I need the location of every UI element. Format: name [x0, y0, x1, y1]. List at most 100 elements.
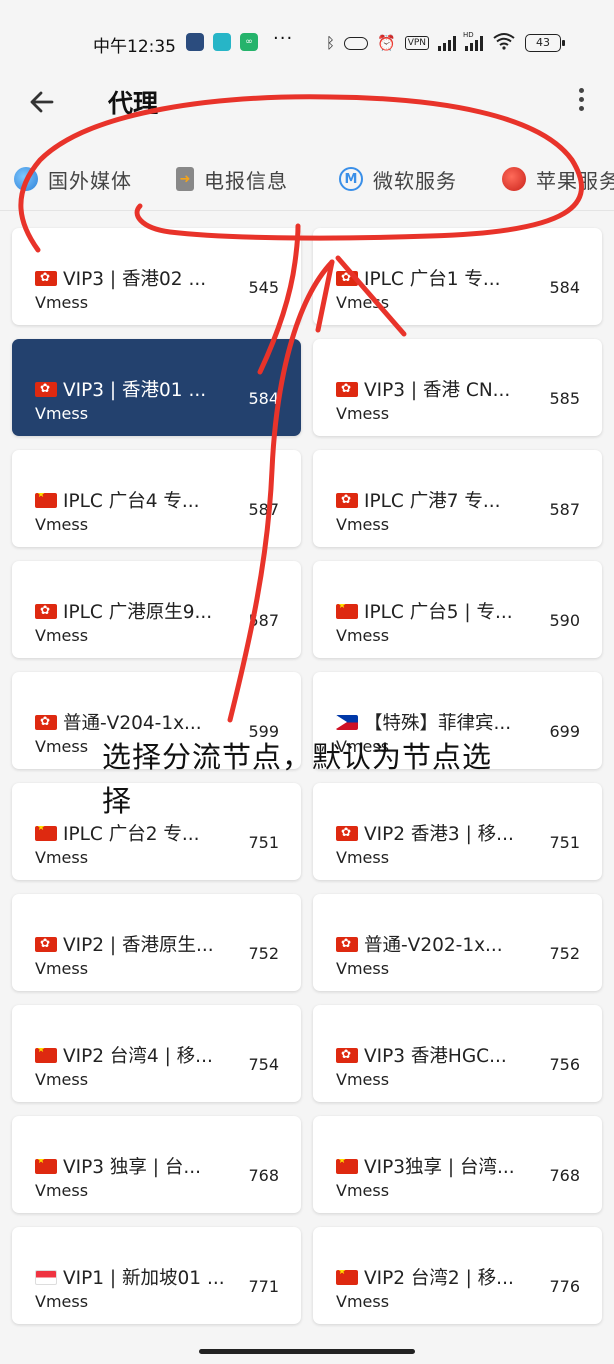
- status-time: 中午12:35: [93, 37, 176, 57]
- proxy-card[interactable]: VIP2 台湾4 | 移... Vmess 754: [12, 1005, 301, 1102]
- proxy-card[interactable]: VIP3 | 香港01 ... Vmess 584: [12, 339, 301, 436]
- proxy-type: Vmess: [35, 1292, 89, 1311]
- flag-hk-icon: [336, 382, 358, 397]
- proxy-type: Vmess: [35, 515, 89, 534]
- proxy-type: Vmess: [336, 1070, 390, 1089]
- flag-cn-icon: [35, 826, 57, 841]
- proxy-type: Vmess: [35, 626, 89, 645]
- more-options-button[interactable]: [566, 84, 596, 120]
- proxy-card[interactable]: IPLC 广台1 专... Vmess 584: [313, 228, 602, 325]
- proxy-type: Vmess: [35, 1181, 89, 1200]
- vpn-icon: VPN: [404, 36, 430, 50]
- proxy-name: 【特殊】菲律宾...: [336, 709, 536, 735]
- proxy-card[interactable]: VIP1 | 新加坡01 ... Vmess 771: [12, 1227, 301, 1324]
- proxy-name-text: VIP3 独享 | 台...: [63, 1157, 202, 1178]
- proxy-card[interactable]: 普通-V202-1x... Vmess 752: [313, 894, 602, 991]
- proxy-type: Vmess: [336, 1181, 390, 1200]
- tab-foreign-media[interactable]: 国外媒体: [14, 164, 132, 194]
- tabs-divider: [0, 210, 614, 211]
- flag-cn-icon: [336, 604, 358, 619]
- proxy-name: VIP2 台湾4 | 移...: [35, 1042, 235, 1068]
- proxy-name-text: VIP2 台湾2 | 移...: [364, 1268, 514, 1289]
- tab-label: 电报信息: [204, 168, 288, 193]
- proxy-card[interactable]: IPLC 广港7 专... Vmess 587: [313, 450, 602, 547]
- proxy-name: VIP3 | 香港01 ...: [35, 376, 235, 402]
- proxy-card[interactable]: VIP2 台湾2 | 移... Vmess 776: [313, 1227, 602, 1324]
- proxy-delay: 768: [248, 1166, 279, 1185]
- proxy-name-text: IPLC 广台1 专...: [364, 269, 501, 290]
- proxy-name-text: IPLC 广港原生9...: [63, 602, 213, 623]
- proxy-name: 普通-V204-1x...: [35, 709, 235, 735]
- m-icon: M: [339, 167, 363, 191]
- flag-cn-icon: [336, 1159, 358, 1174]
- proxy-delay: 751: [248, 833, 279, 852]
- proxy-type: Vmess: [336, 848, 390, 867]
- proxy-name-text: VIP1 | 新加坡01 ...: [63, 1268, 225, 1289]
- home-indicator[interactable]: [199, 1349, 415, 1354]
- proxy-card[interactable]: VIP3 香港HGC... Vmess 756: [313, 1005, 602, 1102]
- tab-apple[interactable]: 苹果服务: [502, 164, 614, 194]
- flag-hk-icon: [336, 1048, 358, 1063]
- alarm-icon: ⏰: [377, 34, 396, 52]
- proxy-type: Vmess: [35, 293, 89, 312]
- proxy-card[interactable]: IPLC 广台4 专... Vmess 587: [12, 450, 301, 547]
- proxy-card[interactable]: IPLC 广台5 | 专... Vmess 590: [313, 561, 602, 658]
- proxy-type: Vmess: [35, 404, 89, 423]
- status-bar: 中午12:35 ∞ ··· ᛒ ⏰ VPN HD 43: [0, 0, 614, 80]
- proxy-delay: 587: [549, 500, 580, 519]
- bluetooth-icon: ᛒ: [326, 34, 336, 52]
- notification-camel-icon: [213, 33, 231, 51]
- proxy-name-text: 普通-V204-1x...: [63, 713, 202, 734]
- flag-cn-icon: [336, 1270, 358, 1285]
- flag-hk-icon: [35, 604, 57, 619]
- proxy-delay: 590: [549, 611, 580, 630]
- apple-icon: [502, 167, 526, 191]
- proxy-card[interactable]: VIP3 | 香港02 ... Vmess 545: [12, 228, 301, 325]
- proxy-delay: 751: [549, 833, 580, 852]
- group-tabs: 国外媒体 ➜ 电报信息 M 微软服务 苹果服务: [0, 150, 614, 208]
- proxy-name-text: IPLC 广台2 专...: [63, 824, 200, 845]
- notification-link-icon: ∞: [240, 33, 258, 51]
- flag-hk-icon: [35, 715, 57, 730]
- proxy-name-text: IPLC 广台4 专...: [63, 491, 200, 512]
- proxy-card[interactable]: VIP3 独享 | 台... Vmess 768: [12, 1116, 301, 1213]
- proxy-delay: 699: [549, 722, 580, 741]
- notification-app-icon: [186, 33, 204, 51]
- tab-label: 国外媒体: [48, 168, 132, 193]
- dot-icon: [578, 106, 584, 111]
- signal-icon: [438, 35, 457, 51]
- flag-hk-icon: [35, 271, 57, 286]
- back-button[interactable]: [22, 82, 62, 122]
- proxy-name: 普通-V202-1x...: [336, 931, 536, 957]
- proxy-type: Vmess: [336, 959, 390, 978]
- tab-telegram[interactable]: ➜ 电报信息: [176, 164, 288, 194]
- proxy-name: VIP2 | 香港原生...: [35, 931, 235, 957]
- proxy-delay: 771: [248, 1277, 279, 1296]
- arrow-left-icon: [30, 91, 54, 113]
- proxy-card[interactable]: VIP2 | 香港原生... Vmess 752: [12, 894, 301, 991]
- proxy-type: Vmess: [336, 515, 390, 534]
- proxy-name: VIP3 独享 | 台...: [35, 1153, 235, 1179]
- status-icons: ᛒ ⏰ VPN HD 43: [326, 31, 566, 54]
- dot-icon: [578, 97, 584, 102]
- tab-microsoft[interactable]: M 微软服务: [339, 164, 457, 194]
- proxy-name: VIP3 香港HGC...: [336, 1042, 536, 1068]
- proxy-card[interactable]: IPLC 广港原生9... Vmess 587: [12, 561, 301, 658]
- proxy-name-text: 【特殊】菲律宾...: [364, 713, 512, 734]
- page-title: 代理: [108, 89, 159, 118]
- proxy-name-text: 普通-V202-1x...: [364, 935, 503, 956]
- proxy-name: IPLC 广台5 | 专...: [336, 598, 536, 624]
- proxy-name-text: VIP2 | 香港原生...: [63, 935, 214, 956]
- flag-cn-icon: [35, 493, 57, 508]
- proxy-name: VIP2 台湾2 | 移...: [336, 1264, 536, 1290]
- proxy-card[interactable]: VIP3 | 香港 CN... Vmess 585: [313, 339, 602, 436]
- proxy-delay: 752: [549, 944, 580, 963]
- proxy-delay: 587: [248, 611, 279, 630]
- proxy-name-text: VIP3 香港HGC...: [364, 1046, 507, 1067]
- proxy-card[interactable]: VIP3独享 | 台湾... Vmess 768: [313, 1116, 602, 1213]
- proxy-name-text: VIP2 台湾4 | 移...: [63, 1046, 213, 1067]
- proxy-delay: 776: [549, 1277, 580, 1296]
- proxy-type: Vmess: [35, 959, 89, 978]
- annotation-text: 选择分流节点，默认为节点选择: [102, 740, 493, 818]
- proxy-name: VIP1 | 新加坡01 ...: [35, 1264, 235, 1290]
